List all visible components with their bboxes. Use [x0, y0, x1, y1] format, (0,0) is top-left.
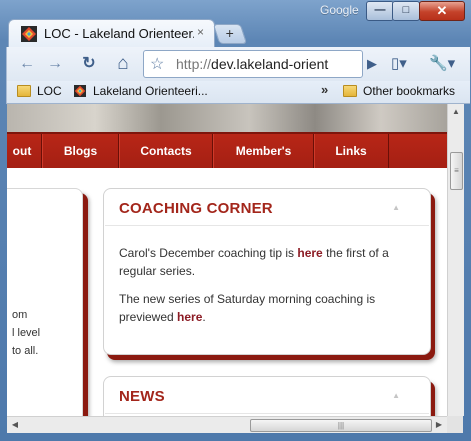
resize-corner — [447, 416, 463, 433]
nav-label: Blogs — [63, 144, 98, 158]
news-card: NEWS ▲ — [103, 376, 431, 416]
text: Carol's December coaching tip is — [119, 246, 298, 260]
minimize-icon: — — [374, 4, 386, 16]
other-bookmarks[interactable]: Other bookmarks — [343, 84, 455, 98]
bookmark-loc[interactable]: LOC — [17, 84, 62, 98]
nav-label: Links — [335, 144, 367, 158]
nav-item-blogs[interactable]: Blogs — [41, 134, 119, 168]
coaching-corner-card: COACHING CORNER ▲ Carol's December coach… — [103, 188, 431, 355]
card-divider — [105, 225, 429, 226]
reload-icon: ↻ — [82, 55, 96, 72]
home-button[interactable]: ⌂ — [111, 52, 135, 76]
nav-label: Contacts — [140, 144, 192, 158]
coaching-preview-link[interactable]: here — [177, 310, 202, 324]
other-bookmarks-label: Other bookmarks — [363, 84, 456, 98]
scroll-left-icon[interactable]: ◀ — [7, 417, 23, 433]
minimize-button[interactable]: — — [366, 1, 394, 21]
bookmark-star-icon[interactable]: ☆ — [150, 54, 164, 74]
grip-icon: ≡ — [454, 166, 459, 175]
scroll-right-icon[interactable]: ▶ — [431, 417, 447, 433]
text: The new series of Saturday morning coach… — [119, 292, 376, 324]
nav-item-links[interactable]: Links — [313, 134, 389, 168]
folder-icon — [343, 85, 357, 97]
browser-window: Google — □ ✕ LOC - Lakeland Orienteer...… — [0, 0, 471, 441]
nav-item-about[interactable]: out — [7, 134, 42, 168]
bookmark-label: LOC — [37, 84, 62, 98]
coaching-paragraph-2: The new series of Saturday morning coach… — [119, 290, 409, 326]
text-line: om — [12, 309, 28, 321]
nav-item-contacts[interactable]: Contacts — [118, 134, 213, 168]
scroll-up-icon[interactable]: ▲ — [448, 104, 464, 120]
wrench-icon: 🔧▾ — [429, 55, 456, 72]
text: . — [202, 310, 206, 324]
page-content: om l level to all. COACHING CORNER ▲ Car… — [7, 168, 447, 416]
nav-label: out — [12, 144, 32, 158]
maximize-button[interactable]: □ — [392, 1, 420, 21]
close-icon: ✕ — [436, 3, 448, 18]
folder-icon — [17, 85, 31, 97]
forward-arrow-icon: → — [47, 55, 63, 72]
coaching-paragraph-1: Carol's December coaching tip is here th… — [119, 244, 409, 280]
header-image — [7, 104, 447, 132]
address-bar[interactable]: ☆ http://dev.lakeland-orient — [143, 50, 363, 78]
wrench-menu-button[interactable]: 🔧▾ — [429, 52, 459, 76]
forward-button[interactable]: → — [43, 52, 67, 76]
card-divider — [105, 413, 429, 414]
plus-icon: + — [225, 25, 234, 41]
home-icon: ⌂ — [117, 53, 129, 74]
bookmarks-bar: LOC Lakeland Orienteeri... » Other bookm… — [6, 81, 470, 104]
loc-favicon-icon — [21, 26, 37, 42]
vertical-scrollbar[interactable]: ▲ ≡ — [447, 104, 464, 416]
page-viewport: out Blogs Contacts Member's Links om l l… — [7, 104, 447, 416]
bookmark-lakeland[interactable]: Lakeland Orienteeri... — [73, 84, 208, 98]
reload-button[interactable]: ↻ — [77, 52, 101, 76]
bookmarks-overflow-icon[interactable]: » — [321, 82, 328, 97]
text-line: l level — [12, 327, 41, 339]
nav-item-members[interactable]: Member's — [212, 134, 314, 168]
horizontal-scrollbar[interactable]: ◀ ||| ▶ — [7, 416, 447, 433]
new-tab-button[interactable]: + — [212, 24, 248, 44]
url-host: dev.lakeland-orient — [211, 56, 329, 72]
browser-tab[interactable]: LOC - Lakeland Orienteer... × — [8, 19, 215, 48]
close-window-button[interactable]: ✕ — [419, 1, 465, 21]
page-menu-button[interactable]: ▯▾ — [391, 52, 421, 76]
url-scheme: http:// — [176, 56, 212, 72]
text-line: to all. — [12, 345, 39, 357]
tab-close-icon[interactable]: × — [197, 25, 204, 39]
site-nav: out Blogs Contacts Member's Links — [7, 132, 447, 170]
loc-favicon-icon — [74, 85, 86, 97]
tab-title: LOC - Lakeland Orienteer... — [44, 26, 194, 41]
go-button[interactable]: ▶ — [361, 52, 383, 76]
play-icon: ▶ — [367, 56, 377, 71]
back-arrow-icon: ← — [19, 55, 35, 72]
url-text[interactable]: http://dev.lakeland-orient — [176, 56, 356, 72]
horizontal-scroll-thumb[interactable]: ||| — [250, 419, 432, 432]
left-column-panel: om l level to all. — [7, 188, 83, 416]
bookmark-label: Lakeland Orienteeri... — [93, 84, 208, 98]
page-icon: ▯▾ — [391, 55, 407, 72]
back-button[interactable]: ← — [15, 52, 39, 76]
coaching-tip-link[interactable]: here — [297, 246, 322, 260]
collapse-icon[interactable]: ▲ — [392, 391, 400, 400]
nav-label: Member's — [235, 144, 292, 158]
vertical-scroll-thumb[interactable]: ≡ — [450, 152, 463, 190]
toolbar: ← → ↻ ⌂ ☆ http://dev.lakeland-orient ▶ ▯… — [6, 47, 470, 81]
collapse-icon[interactable]: ▲ — [392, 203, 400, 212]
left-column-text: om l level to all. — [12, 306, 40, 360]
coaching-title: COACHING CORNER — [119, 200, 273, 217]
google-profile-label: Google — [320, 3, 359, 17]
maximize-icon: □ — [402, 4, 410, 16]
news-title: NEWS — [119, 388, 165, 405]
grip-icon: ||| — [337, 421, 345, 430]
